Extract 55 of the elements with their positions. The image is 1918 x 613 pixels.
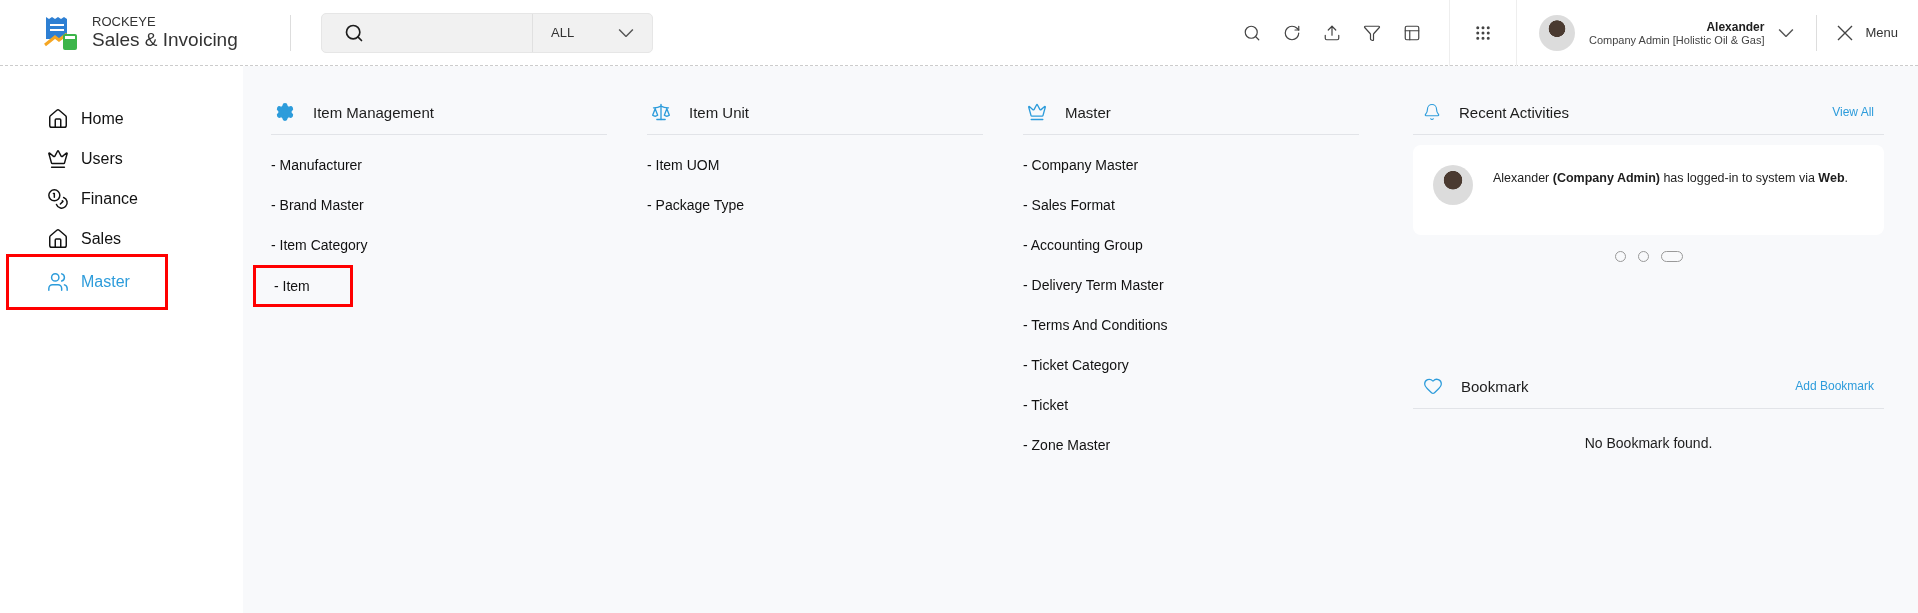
bell-icon: [1423, 103, 1441, 121]
crown-icon: [47, 148, 69, 170]
section-title: Item Unit: [689, 103, 749, 121]
users-icon: [47, 271, 69, 293]
upload-button[interactable]: [1323, 23, 1341, 42]
section-title: Master: [1065, 103, 1111, 121]
close-icon: [1837, 24, 1854, 41]
user-dropdown-button[interactable]: [1778, 28, 1795, 37]
menu-link[interactable]: - Item UOM: [647, 145, 720, 185]
chevron-down-icon: [1778, 28, 1795, 37]
brand-product: Sales & Invoicing: [92, 29, 238, 51]
filter-button[interactable]: [1363, 23, 1381, 42]
activity-text: Alexander (Company Admin) has logged-in to system via Web.: [1493, 171, 1848, 185]
menu-link[interactable]: - Item: [253, 265, 353, 307]
crown-icon: [1027, 102, 1047, 122]
search-icon: [344, 22, 364, 43]
sidebar-item[interactable]: Users: [6, 140, 168, 178]
brand-company: ROCKEYE: [92, 14, 157, 29]
section-title: Recent Activities: [1459, 103, 1570, 121]
gear-icon: [275, 102, 295, 122]
menu-link[interactable]: - Brand Master: [271, 185, 364, 225]
sidebar-item[interactable]: Finance: [6, 180, 168, 218]
menu-link[interactable]: - Delivery Term Master: [1023, 265, 1164, 305]
menu-link[interactable]: - Terms And Conditions: [1023, 305, 1168, 345]
avatar-placeholder: [1539, 14, 1575, 51]
section-title: Bookmark: [1461, 377, 1529, 395]
menu-link[interactable]: - Company Master: [1023, 145, 1139, 185]
avatar-placeholder: [1433, 165, 1473, 205]
search-field[interactable]: ALL: [321, 12, 653, 53]
sidebar-item[interactable]: Home: [6, 100, 168, 138]
scope-dropdown[interactable]: ALL: [532, 13, 652, 52]
search-button[interactable]: [1243, 23, 1261, 42]
empty-message: No Bookmark found.: [1584, 435, 1713, 451]
menu-link[interactable]: - Accounting Group: [1023, 225, 1143, 265]
grid-icon: [1474, 23, 1492, 42]
user-role: Company Admin [Holistic Oil & Gas]: [1589, 33, 1765, 46]
refresh-button[interactable]: [1283, 23, 1301, 42]
menu-link[interactable]: - Manufacturer: [271, 145, 363, 185]
heart-icon: [1423, 376, 1443, 396]
menu-link[interactable]: - Sales Format: [1023, 185, 1115, 225]
menu-button[interactable]: Menu: [1817, 24, 1918, 41]
user-name: Alexander: [1706, 19, 1765, 34]
receipt-calculator-icon: [44, 14, 78, 51]
layout-button[interactable]: [1403, 23, 1421, 42]
section-title: Item Management: [313, 103, 434, 121]
chevron-down-icon: [618, 28, 634, 37]
menu-link[interactable]: - Item Category: [271, 225, 368, 265]
house-icon: [47, 108, 69, 130]
menu-link[interactable]: - Ticket: [1023, 385, 1069, 425]
scale-icon: [651, 102, 671, 122]
menu-link[interactable]: - Zone Master: [1023, 425, 1111, 465]
menu-link[interactable]: - Ticket Category: [1023, 345, 1129, 385]
menu-link[interactable]: - Package Type: [647, 185, 745, 225]
house-icon: [47, 228, 69, 250]
coins-icon: [47, 188, 69, 210]
